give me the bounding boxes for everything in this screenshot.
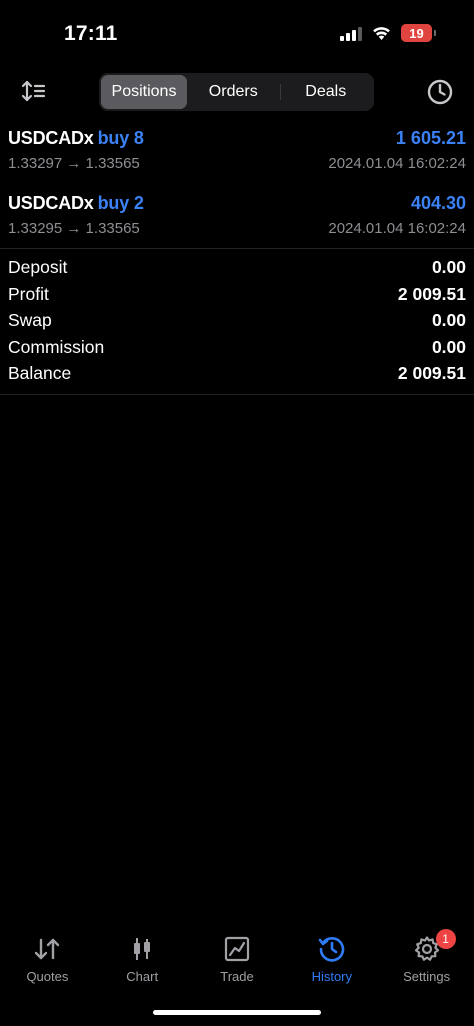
summary-row-profit: Profit 2 009.51 — [0, 281, 474, 308]
position-time: 2024.01.04 16:02:24 — [328, 155, 466, 172]
battery-level: 19 — [401, 24, 432, 42]
summary-label: Swap — [8, 310, 52, 331]
summary-value: 0.00 — [431, 257, 466, 277]
summary-label: Balance — [8, 363, 72, 384]
summary-label: Commission — [8, 336, 105, 357]
status-bar: 17:11 19 — [0, 0, 474, 60]
position-profit: 1 605.21 — [395, 128, 466, 148]
quotes-arrows-icon — [32, 934, 62, 964]
divider — [0, 394, 474, 395]
trade-chart-icon — [222, 934, 252, 964]
tab-label: Quotes — [26, 969, 69, 984]
tab-label: Chart — [126, 969, 159, 984]
tab-label: Settings — [403, 969, 451, 984]
tab-chart[interactable]: Chart — [95, 928, 190, 998]
home-indicator[interactable] — [153, 1010, 321, 1015]
history-toolbar: Positions Orders Deals — [0, 72, 474, 112]
tab-deals[interactable]: Deals — [279, 75, 373, 109]
status-time: 17:11 — [64, 22, 118, 45]
tab-label: Trade — [220, 969, 254, 984]
status-indicators: 19 — [340, 24, 436, 42]
summary-row-swap: Swap 0.00 — [0, 307, 474, 334]
history-clock-icon — [317, 934, 347, 964]
clock-icon[interactable] — [426, 78, 454, 106]
candlestick-icon — [127, 934, 157, 964]
summary-row-deposit: Deposit 0.00 — [0, 254, 474, 281]
position-profit: 404.30 — [410, 193, 466, 213]
tab-quotes[interactable]: Quotes — [0, 928, 95, 998]
tab-trade[interactable]: Trade — [190, 928, 285, 998]
summary-value: 2 009.51 — [397, 363, 466, 384]
segmented-control: Positions Orders Deals — [99, 73, 374, 111]
positions-list: USDCADx buy 8 1 605.21 1.33297 → 1.33565 … — [0, 122, 474, 252]
account-summary: Deposit 0.00 Profit 2 009.51 Swap 0.00 C… — [0, 254, 474, 387]
summary-row-balance: Balance 2 009.51 — [0, 360, 474, 387]
position-symbol: USDCADx buy 2 — [8, 193, 144, 213]
summary-label: Profit — [8, 283, 49, 304]
bottom-tab-bar: Quotes Chart Trade History 1 Settings — [0, 928, 474, 998]
battery-icon: 19 — [401, 24, 436, 42]
position-prices: 1.33297 → 1.33565 — [8, 155, 140, 172]
position-symbol: USDCADx buy 8 — [8, 128, 144, 148]
tab-history[interactable]: History — [284, 928, 379, 998]
summary-value: 0.00 — [431, 336, 466, 357]
tab-orders[interactable]: Orders — [187, 75, 280, 109]
position-type: buy 8 — [97, 128, 144, 148]
position-row[interactable]: USDCADx buy 2 404.30 1.33295 → 1.33565 20… — [0, 187, 474, 252]
position-time: 2024.01.04 16:02:24 — [328, 220, 466, 237]
tab-settings[interactable]: 1 Settings — [379, 928, 474, 998]
position-prices: 1.33295 → 1.33565 — [8, 220, 140, 237]
tab-positions[interactable]: Positions — [101, 75, 187, 109]
sort-icon[interactable] — [20, 78, 48, 106]
wifi-icon — [371, 25, 392, 41]
position-type: buy 2 — [97, 193, 144, 213]
summary-value: 0.00 — [431, 310, 466, 331]
tab-label: History — [311, 969, 353, 984]
summary-value: 2 009.51 — [397, 283, 466, 304]
position-row[interactable]: USDCADx buy 8 1 605.21 1.33297 → 1.33565 … — [0, 122, 474, 187]
cellular-signal-icon — [340, 25, 362, 41]
divider — [0, 248, 474, 249]
notification-badge: 1 — [435, 929, 456, 949]
summary-row-commission: Commission 0.00 — [0, 334, 474, 361]
summary-label: Deposit — [8, 257, 68, 277]
